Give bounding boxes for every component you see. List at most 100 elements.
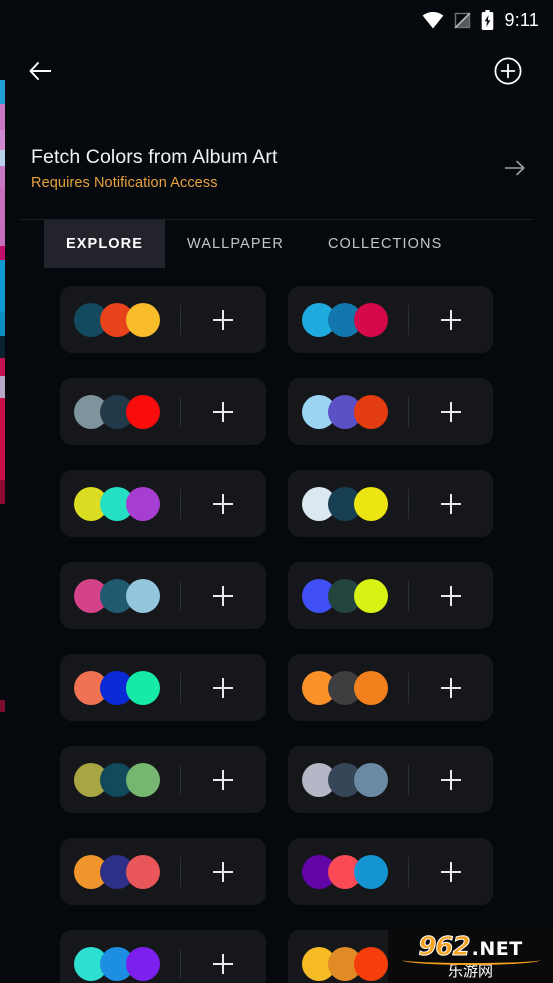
add-palette-button[interactable] <box>409 309 494 330</box>
arrow-right-icon[interactable] <box>504 159 526 177</box>
plus-icon <box>213 309 234 330</box>
palette-swatches <box>74 486 160 521</box>
banner-title: Fetch Colors from Album Art <box>31 145 278 168</box>
add-palette-button[interactable] <box>181 677 266 698</box>
palette-card[interactable] <box>60 470 266 537</box>
status-bar: 9:11 <box>0 0 553 40</box>
watermark-swoosh <box>402 955 540 965</box>
color-swatch <box>126 670 160 705</box>
plus-icon <box>440 585 461 606</box>
palette-swatches <box>301 578 388 613</box>
palette-card[interactable] <box>287 562 494 629</box>
status-bar-clock: 9:11 <box>504 9 539 30</box>
plus-icon <box>440 769 461 790</box>
edge-artifact-segment <box>0 376 5 398</box>
palette-grid <box>0 286 553 983</box>
edge-artifact-segment <box>0 188 5 218</box>
add-palette-button[interactable] <box>409 585 494 606</box>
edge-artifact-segment <box>0 104 5 130</box>
site-watermark: 962 .NET 乐游网 <box>388 930 553 983</box>
edge-artifact-segment <box>0 312 5 336</box>
palette-card[interactable] <box>60 562 266 629</box>
color-swatch <box>126 762 160 797</box>
add-palette-button[interactable] <box>181 493 266 514</box>
plus-icon <box>440 309 461 330</box>
color-swatch <box>126 578 160 613</box>
palette-card[interactable] <box>287 378 494 445</box>
palette-swatches <box>301 762 388 797</box>
color-swatch <box>126 394 160 429</box>
palette-swatches <box>301 670 388 705</box>
palette-card[interactable] <box>287 838 494 905</box>
edge-artifact-segment <box>0 480 5 504</box>
palette-card[interactable] <box>287 746 494 813</box>
edge-artifact-segment <box>0 260 5 312</box>
add-palette-button[interactable] <box>409 769 494 790</box>
add-palette-button[interactable] <box>409 493 494 514</box>
add-palette-button[interactable] <box>181 401 266 422</box>
back-arrow-icon[interactable] <box>29 61 53 81</box>
color-swatch <box>353 394 388 429</box>
palette-card[interactable] <box>60 930 266 983</box>
palette-card[interactable] <box>287 470 494 537</box>
edge-artifact-segment <box>0 398 5 480</box>
add-palette-button[interactable] <box>409 861 494 882</box>
tab-wallpaper[interactable]: WALLPAPER <box>165 220 306 268</box>
add-palette-button[interactable] <box>409 677 494 698</box>
palette-swatches <box>301 394 388 429</box>
add-palette-button[interactable] <box>181 309 266 330</box>
color-swatch <box>353 578 388 613</box>
plus-icon <box>213 953 234 974</box>
plus-icon <box>213 585 234 606</box>
edge-artifact-segment <box>0 150 5 166</box>
add-palette-button[interactable] <box>181 861 266 882</box>
plus-icon <box>213 493 234 514</box>
add-circle-icon[interactable] <box>494 57 522 85</box>
color-swatch <box>353 302 388 337</box>
palette-swatches <box>74 578 160 613</box>
color-swatch <box>353 854 388 889</box>
tab-label: EXPLORE <box>66 236 143 252</box>
wifi-icon <box>422 11 444 29</box>
color-swatch <box>126 302 160 337</box>
palette-card[interactable] <box>60 286 266 353</box>
palette-card[interactable] <box>60 378 266 445</box>
color-swatch <box>126 486 160 521</box>
add-palette-button[interactable] <box>181 769 266 790</box>
fetch-colors-banner[interactable]: Fetch Colors from Album Art Requires Not… <box>0 118 553 218</box>
palette-card[interactable] <box>60 746 266 813</box>
color-swatch <box>353 946 388 981</box>
edge-artifact-segment <box>0 246 5 260</box>
add-palette-button[interactable] <box>181 953 266 974</box>
edge-artifact-segment <box>0 166 5 188</box>
plus-icon <box>213 401 234 422</box>
banner-text-group: Fetch Colors from Album Art Requires Not… <box>31 146 278 191</box>
palette-swatches <box>301 854 388 889</box>
add-palette-button[interactable] <box>181 585 266 606</box>
color-swatch <box>353 670 388 705</box>
palette-swatches <box>301 486 388 521</box>
battery-charging-icon <box>481 10 494 30</box>
palette-swatches <box>74 854 160 889</box>
add-palette-button[interactable] <box>409 401 494 422</box>
tab-bar: EXPLORE WALLPAPER COLLECTIONS <box>0 220 553 268</box>
palette-swatches <box>74 302 160 337</box>
palette-card[interactable] <box>60 838 266 905</box>
palette-card[interactable] <box>287 654 494 721</box>
tab-explore[interactable]: EXPLORE <box>44 220 165 268</box>
plus-icon <box>440 493 461 514</box>
color-swatch <box>353 762 388 797</box>
palette-card[interactable] <box>60 654 266 721</box>
edge-artifact-segment <box>0 80 5 104</box>
tab-label: WALLPAPER <box>187 236 284 252</box>
palette-swatches <box>301 946 388 981</box>
app-bar <box>0 40 553 102</box>
tab-label: COLLECTIONS <box>327 236 443 252</box>
plus-icon <box>440 861 461 882</box>
palette-swatches <box>301 302 388 337</box>
color-swatch <box>126 946 160 981</box>
edge-artifact-segment <box>0 130 5 150</box>
edge-artifact-segment <box>0 700 5 712</box>
tab-collections[interactable]: COLLECTIONS <box>306 220 464 268</box>
palette-card[interactable] <box>287 286 494 353</box>
